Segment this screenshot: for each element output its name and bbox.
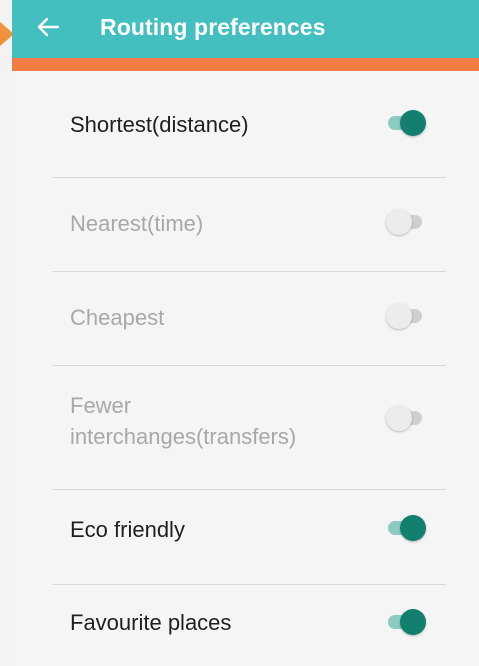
preferences-list: Shortest(distance) Nearest(time) Cheapes…: [52, 71, 446, 665]
toggle-nearest[interactable]: [386, 209, 426, 235]
arrow-left-icon: [37, 17, 59, 37]
preference-label: Eco friendly: [70, 517, 185, 542]
preference-label: Favourite places: [70, 610, 232, 635]
toggle-thumb: [386, 303, 412, 329]
toggle-favourite-places[interactable]: [386, 609, 426, 635]
preference-row-favourite-places[interactable]: Favourite places: [52, 585, 446, 665]
toggle-thumb: [400, 110, 426, 136]
page-title: Routing preferences: [100, 14, 326, 40]
toggle-shortest[interactable]: [386, 110, 426, 136]
toggle-eco-friendly[interactable]: [386, 515, 426, 541]
preference-row-shortest[interactable]: Shortest(distance): [52, 71, 446, 178]
toggle-fewer-interchanges[interactable]: [386, 405, 426, 431]
back-button[interactable]: [30, 10, 66, 44]
app-bar-accent-stripe: [12, 58, 479, 71]
preference-row-cheapest[interactable]: Cheapest: [52, 272, 446, 366]
toggle-cheapest[interactable]: [386, 303, 426, 329]
toggle-thumb: [386, 209, 412, 235]
preference-label: Fewer interchanges(transfers): [70, 393, 297, 449]
preference-row-nearest[interactable]: Nearest(time): [52, 178, 446, 272]
app-bar: Routing preferences: [12, 0, 479, 58]
preference-label: Cheapest: [70, 305, 165, 330]
preference-label: Shortest(distance): [70, 112, 249, 137]
preference-row-eco-friendly[interactable]: Eco friendly: [52, 490, 446, 585]
toggle-thumb: [400, 609, 426, 635]
preference-row-fewer-interchanges[interactable]: Fewer interchanges(transfers): [52, 366, 446, 490]
toggle-thumb: [400, 515, 426, 541]
preference-label: Nearest(time): [70, 211, 204, 236]
settings-screen: Routing preferences Shortest(distance) N…: [12, 0, 479, 666]
toggle-thumb: [386, 405, 412, 431]
